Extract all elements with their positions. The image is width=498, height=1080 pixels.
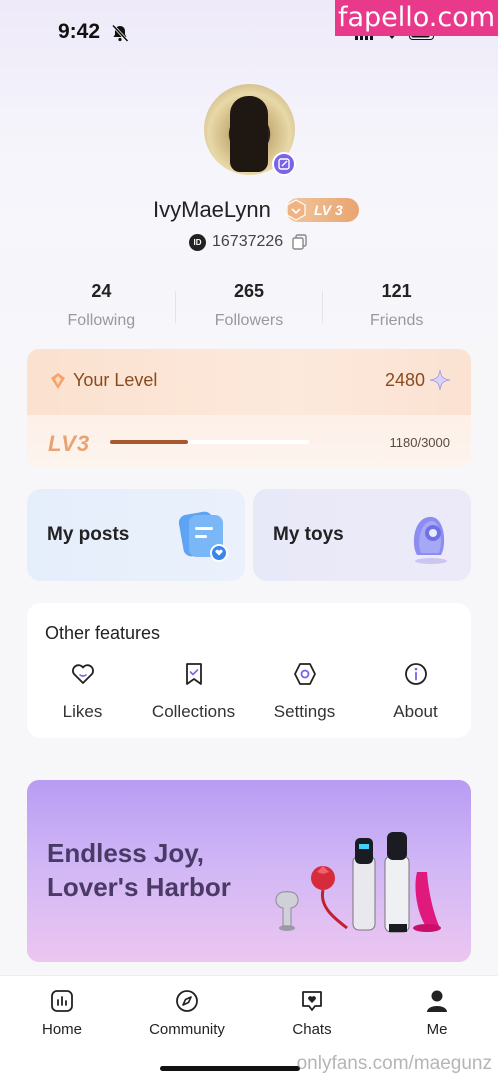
stat-value: 24 bbox=[91, 281, 112, 301]
level-points: 2480 bbox=[384, 370, 425, 390]
feature-label: About bbox=[393, 702, 438, 721]
id-icon: ID bbox=[189, 233, 206, 251]
level-gem-icon bbox=[51, 373, 65, 389]
chat-icon bbox=[302, 991, 322, 1011]
my-posts-label: My posts bbox=[47, 524, 130, 545]
status-time: 9:42 bbox=[58, 20, 101, 43]
nav-home[interactable]: Home bbox=[12, 988, 112, 1038]
nav-chats[interactable]: Chats bbox=[262, 988, 362, 1038]
info-icon bbox=[404, 663, 427, 685]
my-toys-tile[interactable]: My toys bbox=[253, 489, 471, 581]
level-badge-label: LV 3 bbox=[314, 202, 343, 218]
other-features-card: Other features Likes Collections Setting… bbox=[27, 603, 471, 738]
feature-label: Settings bbox=[273, 702, 336, 721]
avatar-figure bbox=[230, 96, 268, 172]
nav-label: Chats bbox=[292, 1021, 332, 1038]
home-indicator bbox=[160, 1066, 300, 1071]
nav-label: Home bbox=[41, 1021, 82, 1038]
username: IvyMaeLynn bbox=[153, 197, 271, 222]
feature-likes[interactable]: Likes bbox=[27, 661, 138, 722]
level-badge-icon bbox=[286, 199, 306, 221]
level-card[interactable]: Your Level 2480 LV3 1180/3000 bbox=[27, 349, 471, 467]
stats-row: 24 Following 265 Followers 121 Friends bbox=[28, 278, 470, 334]
bell-muted-icon bbox=[111, 24, 129, 43]
banner-products-image bbox=[275, 832, 441, 933]
nav-label: Community bbox=[149, 1021, 225, 1038]
watermark-top: fapello.com bbox=[335, 0, 498, 36]
copy-icon[interactable] bbox=[291, 233, 309, 251]
level-progress-bar bbox=[110, 440, 309, 444]
banner-line-1: Endless Joy, bbox=[47, 838, 205, 868]
feature-label: Likes bbox=[62, 702, 103, 721]
stat-label: Friends bbox=[370, 312, 424, 329]
my-posts-tile[interactable]: My posts bbox=[27, 489, 245, 581]
stat-friends[interactable]: 121 Friends bbox=[323, 278, 470, 334]
level-progress-text: 1180/3000 bbox=[389, 435, 451, 450]
bookmark-icon bbox=[185, 663, 202, 685]
stat-label: Following bbox=[67, 312, 136, 329]
level-badge[interactable]: LV 3 bbox=[286, 198, 359, 222]
stat-value: 121 bbox=[381, 281, 412, 301]
feature-label: Collections bbox=[151, 702, 236, 721]
features-row: Likes Collections Settings About bbox=[27, 661, 471, 722]
stat-followers[interactable]: 265 Followers bbox=[176, 278, 323, 334]
edit-icon bbox=[278, 158, 290, 170]
other-features-title: Other features bbox=[45, 623, 161, 643]
feature-settings[interactable]: Settings bbox=[249, 661, 360, 722]
posts-icon bbox=[178, 511, 228, 562]
current-level: LV3 bbox=[48, 431, 91, 456]
sparkle-icon bbox=[429, 369, 451, 391]
stat-label: Followers bbox=[214, 312, 284, 329]
feature-about[interactable]: About bbox=[360, 661, 471, 722]
nav-community[interactable]: Community bbox=[137, 988, 237, 1038]
heart-icon bbox=[71, 664, 94, 684]
nav-me[interactable]: Me bbox=[387, 988, 487, 1038]
compass-icon bbox=[176, 990, 198, 1012]
toy-icon bbox=[413, 516, 447, 564]
person-icon bbox=[427, 990, 447, 1012]
level-progress-fill bbox=[110, 440, 188, 444]
level-card-title: Your Level bbox=[73, 370, 158, 390]
stat-following[interactable]: 24 Following bbox=[28, 278, 175, 334]
nav-label: Me bbox=[426, 1021, 448, 1038]
settings-icon bbox=[293, 663, 316, 685]
edit-profile-button[interactable] bbox=[272, 152, 296, 176]
stat-value: 265 bbox=[233, 281, 265, 301]
user-id: 16737226 bbox=[212, 233, 284, 250]
watermark-bottom: onlyfans.com/maegunz bbox=[296, 1053, 492, 1074]
home-icon bbox=[51, 990, 73, 1012]
promo-banner[interactable]: Endless Joy, Lover's Harbor bbox=[27, 780, 471, 962]
banner-line-2: Lover's Harbor bbox=[47, 872, 231, 902]
my-toys-label: My toys bbox=[273, 524, 344, 545]
feature-collections[interactable]: Collections bbox=[138, 661, 249, 722]
user-id-row: ID 16737226 bbox=[189, 233, 309, 251]
